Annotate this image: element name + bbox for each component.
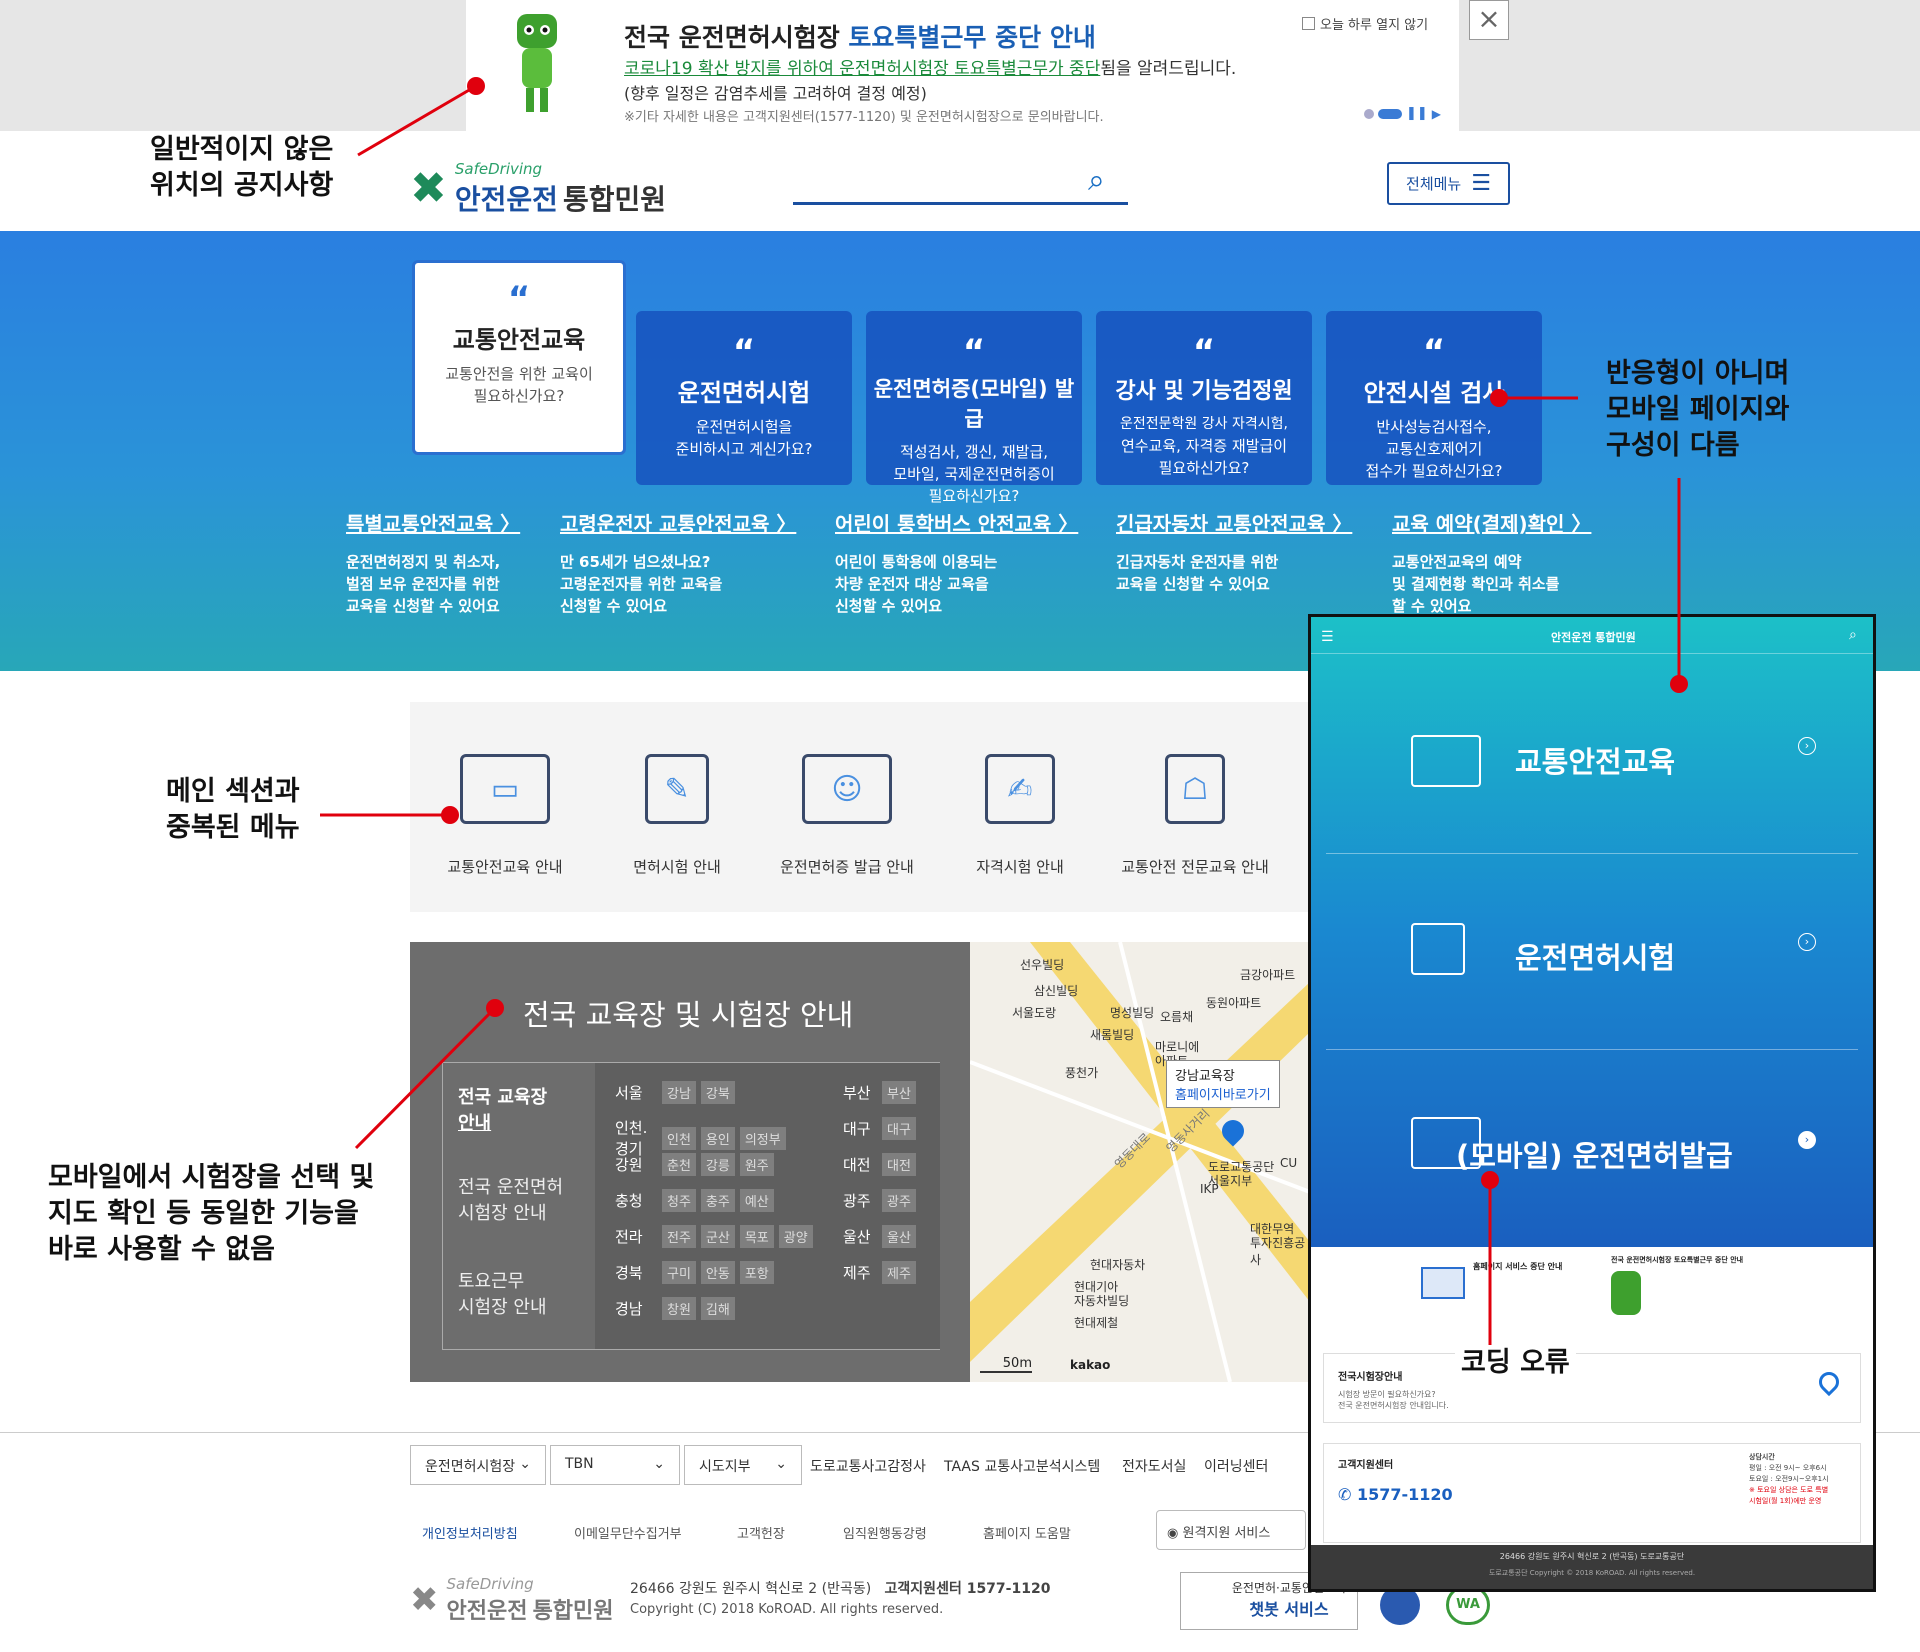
annotation-not-responsive: 반응형이 아니며 모바일 페이지와 구성이 다름 <box>1606 358 1790 461</box>
annotation-notice-position: 일반적이지 않은 위치의 공지사항 <box>150 134 334 201</box>
annotation-marker <box>1481 1171 1499 1189</box>
annotation-mobile-map: 모바일에서 시험장을 선택 및 지도 확인 등 동일한 기능을 바로 사용할 수 없… <box>48 1162 375 1265</box>
annotation-marker <box>1670 675 1688 693</box>
annotation-marker <box>441 806 459 824</box>
annotation-coding-error: 코딩 오류 <box>1455 1345 1576 1381</box>
annotation-marker <box>486 999 504 1017</box>
annotation-duplicate-menu: 메인 섹션과 중복된 메뉴 <box>166 776 300 843</box>
annotation-marker <box>1490 389 1508 407</box>
annotation-marker <box>467 77 485 95</box>
